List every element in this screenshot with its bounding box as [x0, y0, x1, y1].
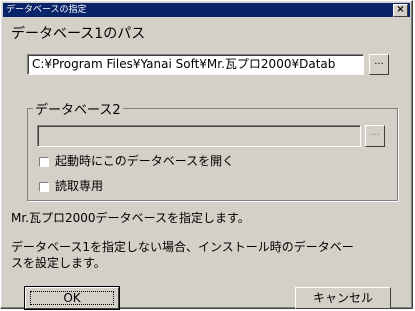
- dialog-title: データベースの指定: [6, 5, 87, 15]
- db2-path-input[interactable]: [37, 125, 361, 147]
- close-button[interactable]: ×: [393, 4, 408, 17]
- ok-button[interactable]: OK: [24, 286, 120, 310]
- database-dialog: データベースの指定 × データベース1のパス C:¥Program Files¥…: [0, 0, 413, 310]
- read-only-checkbox[interactable]: [39, 182, 49, 192]
- cancel-button[interactable]: キャンセル: [295, 287, 391, 309]
- focus-rect: [30, 291, 114, 305]
- db1-label: データベース1のパス: [11, 26, 146, 42]
- db1-browse-button[interactable]: ...: [369, 54, 389, 75]
- cancel-label: キャンセル: [312, 291, 373, 305]
- open-on-start-checkbox[interactable]: [39, 157, 49, 167]
- db2-group-label: データベース2: [33, 99, 123, 118]
- close-icon: ×: [396, 4, 405, 15]
- info-text-2a: データベース1を指定しない場合、インストール時のデータベー: [11, 240, 354, 254]
- open-on-start-label[interactable]: 起動時にこのデータベースを開く: [55, 152, 234, 169]
- db1-path-input[interactable]: C:¥Program Files¥Yanai Soft¥Mr.瓦プロ2000¥D…: [27, 54, 364, 75]
- db2-browse-button[interactable]: ...: [365, 125, 385, 147]
- info-text-1: Mr.瓦プロ2000データベースを指定します。: [11, 211, 250, 225]
- title-bar[interactable]: データベースの指定 ×: [3, 3, 410, 17]
- info-text-2b: スを設定します。: [11, 256, 106, 270]
- read-only-label[interactable]: 読取専用: [55, 177, 103, 194]
